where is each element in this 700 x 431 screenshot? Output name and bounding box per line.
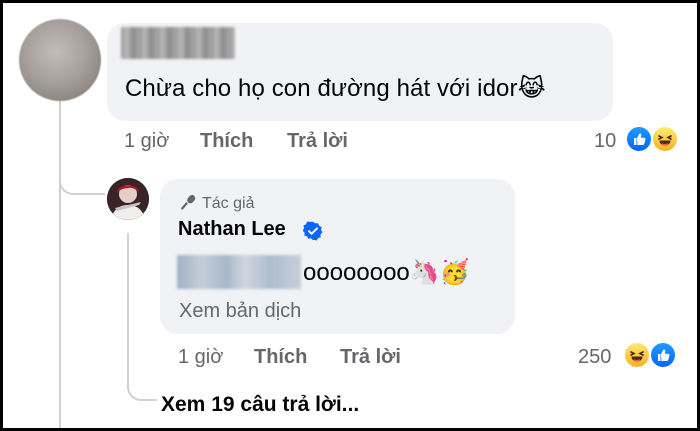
haha-icon bbox=[623, 341, 651, 369]
reply-actions: 1 giờ Thích Trả lời bbox=[178, 346, 438, 372]
haha-icon bbox=[651, 125, 679, 153]
author-avatar[interactable] bbox=[107, 178, 149, 220]
author-name-link[interactable]: Nathan Lee bbox=[178, 218, 286, 241]
like-icon bbox=[625, 125, 653, 153]
crying-laughing-cat-emoji: 😹 bbox=[517, 75, 546, 102]
unicorn-partying-emoji: 🦄🥳 bbox=[409, 259, 470, 286]
reply-reaction-count[interactable]: 250 bbox=[578, 346, 611, 369]
commenter-avatar[interactable] bbox=[19, 19, 101, 101]
thread-connector-line bbox=[59, 98, 61, 428]
reply-text: oooooooo🦄🥳 bbox=[303, 257, 470, 289]
reply-reply-button[interactable]: Trả lời bbox=[340, 346, 401, 369]
comment-body: Chừa cho họ con đường hát với idor bbox=[125, 75, 518, 102]
reply-text-redacted bbox=[177, 255, 301, 289]
see-translation-link[interactable]: Xem bản dịch bbox=[179, 300, 301, 323]
microphone-icon bbox=[181, 194, 196, 210]
comment-reaction-count[interactable]: 10 bbox=[594, 130, 616, 153]
comment-reply-button[interactable]: Trả lời bbox=[287, 130, 348, 153]
comment-actions: 1 giờ Thích Trả lời bbox=[124, 130, 384, 156]
comment-text: Chừa cho họ con đường hát với idor😹 bbox=[125, 73, 546, 105]
reply-connector-curve bbox=[127, 363, 157, 401]
like-icon bbox=[649, 341, 677, 369]
see-more-replies-link[interactable]: Xem 19 câu trả lời... bbox=[161, 393, 359, 417]
reply-connector-line bbox=[127, 233, 129, 383]
thread-connector-curve bbox=[59, 161, 105, 195]
author-badge: Tác giả bbox=[180, 193, 254, 213]
comment-like-button[interactable]: Thích bbox=[200, 130, 253, 153]
reply-timestamp[interactable]: 1 giờ bbox=[178, 346, 223, 369]
comment-timestamp[interactable]: 1 giờ bbox=[124, 130, 169, 153]
author-badge-label: Tác giả bbox=[202, 195, 255, 212]
reply-body-suffix: oooooooo bbox=[303, 259, 410, 286]
comment-thread: Chừa cho họ con đường hát với idor😹 1 gi… bbox=[0, 0, 700, 431]
reply-like-button[interactable]: Thích bbox=[254, 346, 307, 369]
commenter-name-redacted[interactable] bbox=[121, 27, 235, 59]
verified-badge-icon bbox=[302, 221, 323, 241]
